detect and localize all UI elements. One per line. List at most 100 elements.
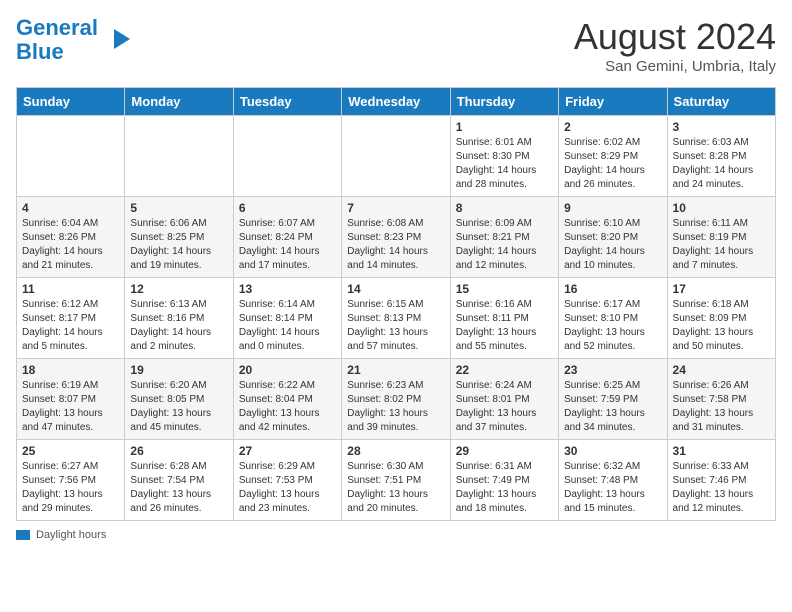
calendar-cell: 8Sunrise: 6:09 AM Sunset: 8:21 PM Daylig…: [450, 197, 558, 278]
calendar-cell: 24 Sunrise: 6:26 AM Sunset: 7:58 PM Dayli…: [667, 359, 775, 440]
page-header: General Blue August 2024 San Gemini, Umb…: [16, 16, 776, 75]
day-number: 30: [564, 444, 661, 458]
title-block: August 2024 San Gemini, Umbria, Italy: [574, 16, 776, 75]
day-info: Sunrise: 6:22 AM Sunset: 8:04 PM Dayligh…: [239, 379, 336, 435]
calendar-day-header: Friday: [559, 88, 667, 116]
calendar-cell: 3 Sunrise: 6:03 AM Sunset: 8:28 PM Daylig…: [667, 116, 775, 197]
day-info: Sunrise: 6:03 AM Sunset: 8:28 PM Dayligh…: [673, 136, 770, 192]
day-info: Sunrise: 6:20 AM Sunset: 8:05 PM Dayligh…: [130, 379, 227, 435]
day-info: Sunrise: 6:08 AM Sunset: 8:23 PM Dayligh…: [347, 217, 444, 273]
day-number: 22: [456, 363, 553, 377]
day-number: 26: [130, 444, 227, 458]
day-info: Sunrise: 6:01 AM Sunset: 8:30 PM Dayligh…: [456, 136, 553, 192]
calendar-cell: 5 Sunrise: 6:06 AM Sunset: 8:25 PM Daylig…: [125, 197, 233, 278]
calendar-cell: 25 Sunrise: 6:27 AM Sunset: 7:56 PM Dayli…: [17, 440, 125, 521]
calendar-cell: 15 Sunrise: 6:16 AM Sunset: 8:11 PM Dayli…: [450, 278, 558, 359]
legend: Daylight hours: [16, 529, 776, 541]
calendar-cell: 23Sunrise: 6:25 AM Sunset: 7:59 PM Dayli…: [559, 359, 667, 440]
day-number: 18: [22, 363, 119, 377]
day-number: 7: [347, 201, 444, 215]
day-number: 31: [673, 444, 770, 458]
day-info: Sunrise: 6:17 AM Sunset: 8:10 PM Dayligh…: [564, 298, 661, 354]
calendar-week-row: 18 Sunrise: 6:19 AM Sunset: 8:07 PM Dayli…: [17, 359, 776, 440]
day-number: 16: [564, 282, 661, 296]
day-info: Sunrise: 6:26 AM Sunset: 7:58 PM Dayligh…: [673, 379, 770, 435]
calendar-cell: 20 Sunrise: 6:22 AM Sunset: 8:04 PM Dayli…: [233, 359, 341, 440]
day-info: Sunrise: 6:12 AM Sunset: 8:17 PM Dayligh…: [22, 298, 119, 354]
calendar-day-header: Thursday: [450, 88, 558, 116]
month-title: August 2024: [574, 16, 776, 58]
day-number: 15: [456, 282, 553, 296]
day-info: Sunrise: 6:15 AM Sunset: 8:13 PM Dayligh…: [347, 298, 444, 354]
day-number: 10: [673, 201, 770, 215]
day-number: 3: [673, 120, 770, 134]
calendar-day-header: Tuesday: [233, 88, 341, 116]
logo: General Blue: [16, 16, 132, 64]
calendar-week-row: 1 Sunrise: 6:01 AM Sunset: 8:30 PM Daylig…: [17, 116, 776, 197]
calendar-cell: 16 Sunrise: 6:17 AM Sunset: 8:10 PM Dayli…: [559, 278, 667, 359]
day-number: 6: [239, 201, 336, 215]
day-info: Sunrise: 6:06 AM Sunset: 8:25 PM Dayligh…: [130, 217, 227, 273]
day-number: 25: [22, 444, 119, 458]
day-info: Sunrise: 6:11 AM Sunset: 8:19 PM Dayligh…: [673, 217, 770, 273]
day-info: Sunrise: 6:30 AM Sunset: 7:51 PM Dayligh…: [347, 460, 444, 516]
day-number: 9: [564, 201, 661, 215]
calendar-cell: 29 Sunrise: 6:31 AM Sunset: 7:49 PM Dayli…: [450, 440, 558, 521]
day-number: 24: [673, 363, 770, 377]
calendar-header-row: SundayMondayTuesdayWednesdayThursdayFrid…: [17, 88, 776, 116]
day-info: Sunrise: 6:16 AM Sunset: 8:11 PM Dayligh…: [456, 298, 553, 354]
day-info: Sunrise: 6:13 AM Sunset: 8:16 PM Dayligh…: [130, 298, 227, 354]
day-number: 29: [456, 444, 553, 458]
day-number: 2: [564, 120, 661, 134]
calendar-cell: 10 Sunrise: 6:11 AM Sunset: 8:19 PM Dayli…: [667, 197, 775, 278]
day-info: Sunrise: 6:19 AM Sunset: 8:07 PM Dayligh…: [22, 379, 119, 435]
calendar-cell: 9 Sunrise: 6:10 AM Sunset: 8:20 PM Daylig…: [559, 197, 667, 278]
calendar-cell: [233, 116, 341, 197]
day-info: Sunrise: 6:25 AM Sunset: 7:59 PM Dayligh…: [564, 379, 661, 435]
calendar-cell: 19 Sunrise: 6:20 AM Sunset: 8:05 PM Dayli…: [125, 359, 233, 440]
day-info: Sunrise: 6:10 AM Sunset: 8:20 PM Dayligh…: [564, 217, 661, 273]
calendar-cell: [17, 116, 125, 197]
day-info: Sunrise: 6:14 AM Sunset: 8:14 PM Dayligh…: [239, 298, 336, 354]
day-info: Sunrise: 6:28 AM Sunset: 7:54 PM Dayligh…: [130, 460, 227, 516]
calendar-cell: 1 Sunrise: 6:01 AM Sunset: 8:30 PM Daylig…: [450, 116, 558, 197]
calendar-week-row: 4 Sunrise: 6:04 AM Sunset: 8:26 PM Daylig…: [17, 197, 776, 278]
calendar-cell: 30Sunrise: 6:32 AM Sunset: 7:48 PM Dayli…: [559, 440, 667, 521]
day-number: 28: [347, 444, 444, 458]
day-info: Sunrise: 6:31 AM Sunset: 7:49 PM Dayligh…: [456, 460, 553, 516]
day-number: 11: [22, 282, 119, 296]
day-number: 5: [130, 201, 227, 215]
calendar-cell: [342, 116, 450, 197]
calendar-table: SundayMondayTuesdayWednesdayThursdayFrid…: [16, 87, 776, 521]
day-number: 21: [347, 363, 444, 377]
calendar-cell: 21Sunrise: 6:23 AM Sunset: 8:02 PM Dayli…: [342, 359, 450, 440]
day-info: Sunrise: 6:02 AM Sunset: 8:29 PM Dayligh…: [564, 136, 661, 192]
logo-text: General Blue: [16, 16, 98, 64]
calendar-cell: 4 Sunrise: 6:04 AM Sunset: 8:26 PM Daylig…: [17, 197, 125, 278]
calendar-cell: 6 Sunrise: 6:07 AM Sunset: 8:24 PM Daylig…: [233, 197, 341, 278]
calendar-cell: 28 Sunrise: 6:30 AM Sunset: 7:51 PM Dayli…: [342, 440, 450, 521]
calendar-cell: 14 Sunrise: 6:15 AM Sunset: 8:13 PM Dayli…: [342, 278, 450, 359]
calendar-week-row: 11 Sunrise: 6:12 AM Sunset: 8:17 PM Dayli…: [17, 278, 776, 359]
day-info: Sunrise: 6:04 AM Sunset: 8:26 PM Dayligh…: [22, 217, 119, 273]
day-info: Sunrise: 6:27 AM Sunset: 7:56 PM Dayligh…: [22, 460, 119, 516]
day-number: 12: [130, 282, 227, 296]
logo-icon: [102, 25, 132, 55]
calendar-week-row: 25 Sunrise: 6:27 AM Sunset: 7:56 PM Dayli…: [17, 440, 776, 521]
calendar-cell: 12 Sunrise: 6:13 AM Sunset: 8:16 PM Dayli…: [125, 278, 233, 359]
calendar-day-header: Monday: [125, 88, 233, 116]
day-number: 17: [673, 282, 770, 296]
day-number: 20: [239, 363, 336, 377]
day-number: 19: [130, 363, 227, 377]
day-number: 4: [22, 201, 119, 215]
calendar-cell: 2 Sunrise: 6:02 AM Sunset: 8:29 PM Daylig…: [559, 116, 667, 197]
calendar-cell: 11 Sunrise: 6:12 AM Sunset: 8:17 PM Dayli…: [17, 278, 125, 359]
calendar-cell: 7 Sunrise: 6:08 AM Sunset: 8:23 PM Daylig…: [342, 197, 450, 278]
legend-bar-icon: [16, 530, 30, 540]
calendar-cell: [125, 116, 233, 197]
calendar-body: 1 Sunrise: 6:01 AM Sunset: 8:30 PM Daylig…: [17, 116, 776, 521]
day-info: Sunrise: 6:07 AM Sunset: 8:24 PM Dayligh…: [239, 217, 336, 273]
day-number: 8: [456, 201, 553, 215]
day-number: 1: [456, 120, 553, 134]
day-number: 14: [347, 282, 444, 296]
